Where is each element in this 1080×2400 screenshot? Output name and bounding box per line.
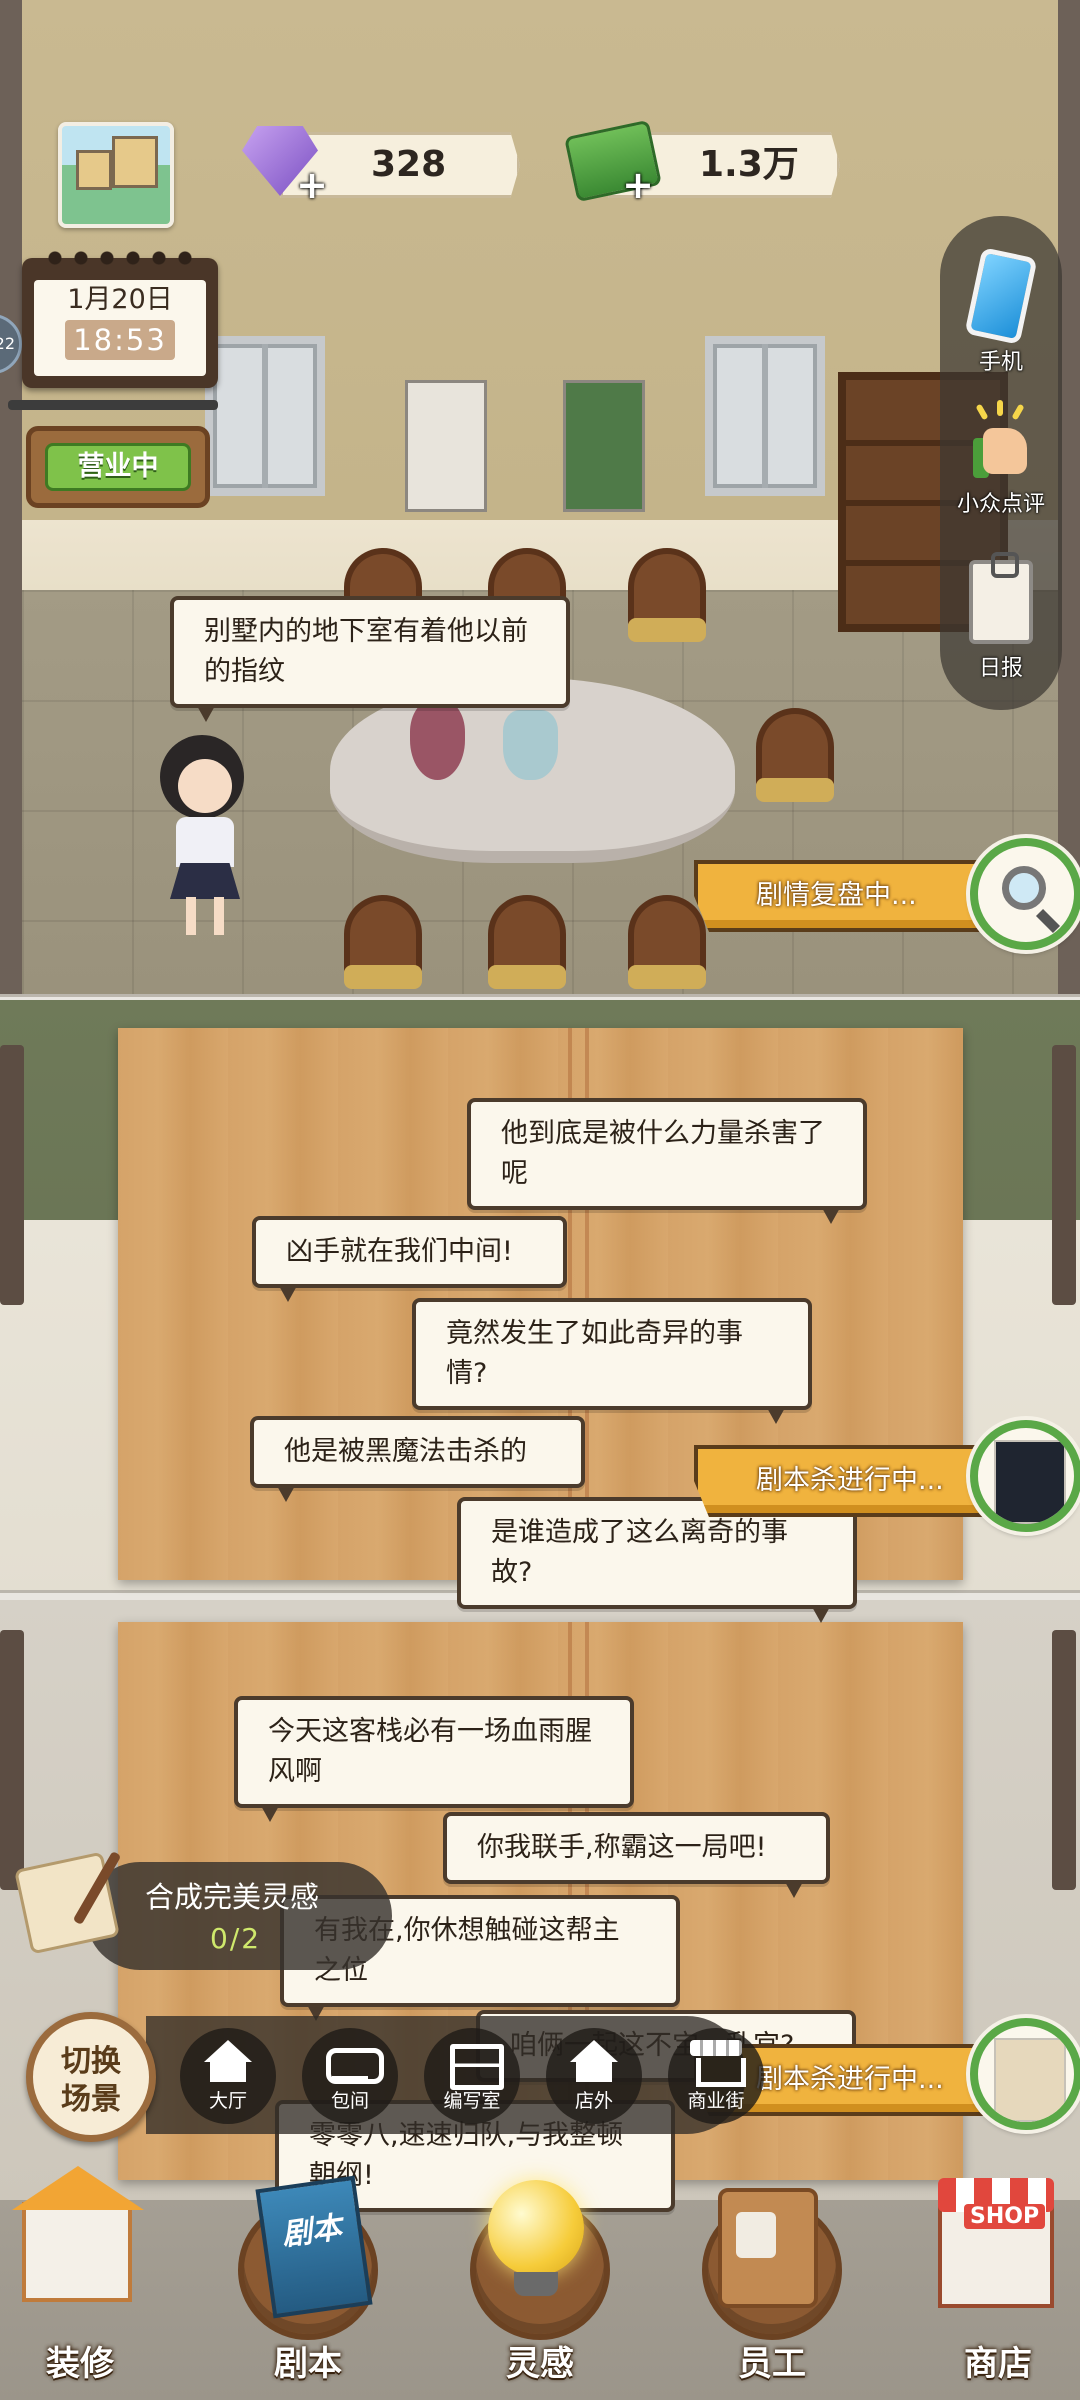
game-calendar: 1月20日 18:53	[22, 248, 218, 388]
add-cash-button[interactable]: +	[620, 166, 656, 204]
staff-badge-icon	[718, 2188, 818, 2308]
switch-scene-label: 切换场景	[61, 2044, 121, 2117]
task-progress: 0/2	[210, 1922, 262, 1955]
nav-label: 灵感	[506, 2344, 574, 2384]
daily-report-label: 日报	[978, 656, 1023, 681]
script-book-icon: 剧本	[255, 2175, 373, 2319]
scene-tab-label: 大厅	[208, 2090, 247, 2112]
decorate-house-icon	[12, 2166, 144, 2302]
nav-label: 商店	[964, 2344, 1032, 2384]
task-title: 合成完美灵感	[145, 1880, 320, 1914]
shop-icon: SHOP	[938, 2178, 1054, 2308]
scene-tab-outside[interactable]: 店外	[546, 2028, 642, 2124]
clipboard-icon	[969, 552, 1033, 644]
left-wall	[0, 0, 22, 1000]
open-status-sign[interactable]: 营业中	[26, 426, 210, 508]
nav-label: 员工	[738, 2344, 806, 2384]
speech-bubble: 别墅内的地下室有着他以前的指纹	[170, 596, 570, 722]
host-character[interactable]	[148, 735, 256, 935]
sign-hanger	[8, 400, 218, 410]
scene-tab-label: 编写室	[443, 2090, 501, 2112]
chair	[344, 895, 422, 989]
desk-icon	[444, 2040, 504, 2090]
speech-bubble: 他是被黑魔法击杀的	[250, 1416, 585, 1502]
pillar	[1052, 1630, 1076, 1890]
bottom-nav: 装修 剧本 剧本 灵感 员工 SHOP 商店	[0, 2166, 1080, 2400]
script-book-icon[interactable]	[970, 1420, 1080, 1532]
room-status-text: 剧本杀进行中...	[756, 2064, 944, 2095]
room-status-banner[interactable]: 剧情复盘中...	[694, 860, 994, 932]
cash-amount: 1.3万	[699, 144, 799, 185]
review-button[interactable]: 小众点评	[940, 400, 1062, 518]
scene-tab-label: 包间	[330, 2090, 369, 2112]
magnifier-book-icon[interactable]	[970, 838, 1080, 950]
phone-icon	[964, 247, 1038, 345]
speech-bubble: 你我联手,称霸这一局吧!	[443, 1812, 830, 1898]
nav-decorate[interactable]: 装修	[0, 2166, 160, 2400]
chair	[628, 548, 706, 642]
speech-bubble: 凶手就在我们中间!	[252, 1216, 567, 1302]
switch-scene-button[interactable]: 切换场景	[26, 2012, 156, 2142]
chair	[756, 708, 834, 802]
scene-tab-writing-room[interactable]: 编写室	[424, 2028, 520, 2124]
speech-bubble: 他到底是被什么力量杀害了呢	[467, 1098, 867, 1224]
nav-shop[interactable]: SHOP 商店	[918, 2178, 1078, 2400]
scene-tab-hall[interactable]: 大厅	[180, 2028, 276, 2124]
wall-art-poster	[563, 380, 645, 512]
pillar	[1052, 1045, 1076, 1305]
sofa-icon	[322, 2040, 384, 2084]
room-status-text: 剧情复盘中...	[756, 880, 917, 911]
scroll-quill-icon[interactable]	[12, 1848, 132, 1968]
scene-tab-label: 店外	[574, 2090, 613, 2112]
tea-kettle	[503, 710, 558, 780]
room-status-text: 剧本杀进行中...	[756, 1465, 944, 1496]
open-status-label: 营业中	[45, 443, 191, 491]
shop-street-icon	[688, 2040, 746, 2087]
vase	[410, 700, 465, 780]
shop-sign-text: SHOP	[964, 2204, 1046, 2229]
nav-inspiration[interactable]: 灵感	[460, 2180, 620, 2400]
review-label: 小众点评	[956, 492, 1045, 517]
room-status-banner[interactable]: 剧本杀进行中...	[694, 1445, 994, 1517]
phone-label: 手机	[978, 350, 1023, 375]
add-gems-button[interactable]: +	[294, 166, 330, 204]
daily-report-button[interactable]: 日报	[940, 552, 1062, 682]
scene-tab-private-room[interactable]: 包间	[302, 2028, 398, 2124]
house-icon	[566, 2040, 622, 2084]
nav-label: 剧本	[274, 2344, 342, 2384]
gem-amount: 328	[371, 144, 447, 185]
game-time: 18:53	[65, 320, 175, 360]
thumbs-up-icon	[969, 400, 1033, 480]
phone-button[interactable]: 手机	[940, 247, 1062, 376]
nav-staff[interactable]: 员工	[692, 2180, 852, 2400]
nav-label: 装修	[46, 2344, 114, 2384]
game-date: 1月20日	[67, 284, 173, 315]
speech-bubble: 今天这客栈必有一场血雨腥风啊	[234, 1696, 634, 1822]
scene-tab-street[interactable]: 商业街	[668, 2028, 764, 2124]
chair	[628, 895, 706, 989]
chair	[488, 895, 566, 989]
wall-calendar-poster	[405, 380, 487, 512]
scene-thumbnail[interactable]	[58, 122, 174, 228]
lightbulb-icon	[488, 2180, 584, 2296]
scene-tab-label: 商业街	[687, 2090, 745, 2112]
pillar	[0, 1045, 24, 1305]
nav-scripts[interactable]: 剧本 剧本	[228, 2175, 388, 2400]
hall-icon	[200, 2040, 256, 2084]
window	[205, 336, 325, 496]
window	[705, 336, 825, 496]
script-book-icon[interactable]	[970, 2018, 1080, 2130]
speech-bubble: 竟然发生了如此奇异的事情?	[412, 1298, 812, 1424]
